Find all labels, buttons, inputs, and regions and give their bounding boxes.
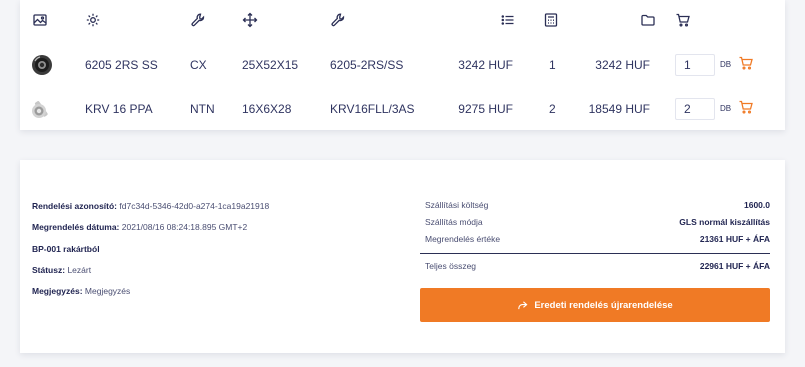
order-date: Megrendelés dátuma: 2021/08/16 08:24:18.… (32, 222, 247, 232)
note-label: Megjegyzés: (32, 286, 83, 296)
shipping-method-row: Szállítás módja GLS normál kiszállítás (425, 217, 770, 233)
wrench-icon (190, 12, 206, 28)
divider (420, 253, 770, 254)
product-name: 6205 2RS SS (85, 58, 158, 72)
move-icon (242, 12, 258, 28)
order-status: Státusz: Lezárt (32, 265, 91, 275)
order-value-value: 21361 HUF + ÁFA (699, 234, 770, 244)
shipping-cost-row: Szállítási költség 1600.0 (425, 200, 770, 216)
quantity-input[interactable]: 2 (675, 98, 715, 120)
add-to-cart-button[interactable] (738, 55, 754, 71)
line-total: 18549 HUF (588, 102, 650, 116)
total-value: 22961 HUF + ÁFA (699, 261, 770, 271)
cart-icon (675, 12, 691, 28)
quantity: 2 (549, 102, 556, 116)
folder-icon (640, 12, 656, 28)
line-total: 3242 HUF (595, 58, 650, 72)
cart-icon (739, 100, 753, 114)
status-label: Státusz: (32, 265, 66, 275)
order-id-value: fd7c34d-5346-42d0-a274-1ca19a21918 (119, 201, 270, 211)
gear-icon (85, 12, 101, 28)
wrench-icon (330, 12, 346, 28)
calculator-icon (543, 12, 559, 28)
total-label: Teljes összeg (425, 261, 477, 271)
add-to-cart-button[interactable] (738, 99, 754, 115)
reorder-button-label: Eredeti rendelés újrarendelése (534, 299, 673, 311)
order-summary: Rendelési azonosító: fd7c34d-5346-42d0-a… (20, 160, 785, 353)
product-brand: CX (190, 58, 207, 72)
list-icon (500, 12, 516, 28)
product-code: KRV16FLL/3AS (330, 102, 415, 116)
product-code: 6205-2RS/SS (330, 58, 404, 72)
order-id-label: Rendelési azonosító: (32, 201, 118, 211)
shipping-method-label: Szállítás módja (425, 217, 483, 227)
cart-icon (739, 56, 753, 70)
status-value: Lezárt (67, 265, 92, 275)
quantity-input[interactable]: 1 (675, 54, 715, 76)
order-date-value: 2021/08/16 08:24:18.895 GMT+2 (121, 222, 248, 232)
product-name: KRV 16 PPA (85, 102, 153, 116)
product-brand: NTN (190, 102, 215, 116)
share-icon (518, 300, 528, 309)
image-icon (32, 12, 48, 28)
shipping-cost-value: 1600.0 (744, 200, 770, 210)
product-image (30, 53, 54, 77)
order-date-label: Megrendelés dátuma: (32, 222, 120, 232)
note-value: Megjegyzés (84, 286, 131, 296)
total-row: Teljes összeg 22961 HUF + ÁFA (425, 261, 770, 277)
shipping-cost-label: Szállítási költség (425, 200, 489, 210)
unit-price: 3242 HUF (458, 58, 513, 72)
unit-label: DB (720, 104, 732, 113)
order-value-label: Megrendelés értéke (425, 234, 501, 244)
order-note: Megjegyzés: Megjegyzés (32, 286, 130, 296)
product-size: 16X6X28 (242, 102, 292, 116)
order-id: Rendelési azonosító: fd7c34d-5346-42d0-a… (32, 201, 269, 211)
table-row: KRV 16 PPA NTN 16X6X28 KRV16FLL/3AS 9275… (20, 87, 785, 131)
order-value-row: Megrendelés értéke 21361 HUF + ÁFA (425, 234, 770, 250)
unit-price: 9275 HUF (458, 102, 513, 116)
quantity: 1 (549, 58, 556, 72)
reorder-button[interactable]: Eredeti rendelés újrarendelése (420, 288, 770, 322)
unit-label: DB (720, 60, 732, 69)
order-items-table: 6205 2RS SS CX 25X52X15 6205-2RS/SS 3242… (20, 0, 785, 130)
shipping-method-value: GLS normál kiszállítás (679, 217, 770, 227)
product-image (30, 97, 54, 121)
warehouse: BP-001 rakártból (32, 244, 100, 254)
product-size: 25X52X15 (242, 58, 299, 72)
table-row: 6205 2RS SS CX 25X52X15 6205-2RS/SS 3242… (20, 43, 785, 87)
warehouse-label: BP-001 rakártból (32, 244, 100, 254)
